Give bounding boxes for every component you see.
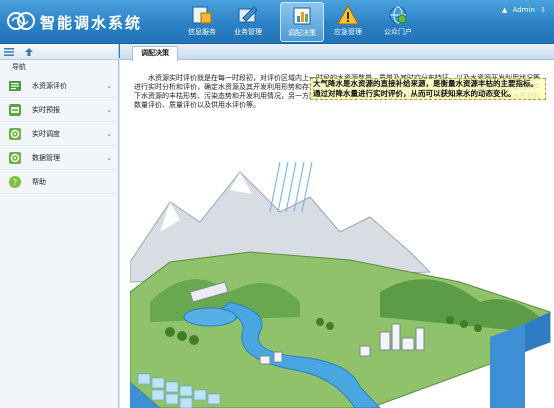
logo-icon: [7, 12, 35, 30]
user-area: ▲ Admin ⇩: [499, 6, 546, 14]
upload-icon[interactable]: [24, 47, 34, 57]
sidebar-item-label: 实时调度: [32, 130, 60, 138]
water-evaluation-icon: [9, 81, 21, 91]
nav-business-management[interactable]: 业务管理: [226, 2, 270, 42]
chevron-down-icon: ⌄: [106, 130, 112, 138]
nav-info-service[interactable]: 信息服务: [180, 2, 224, 42]
menu-list-icon[interactable]: [4, 47, 14, 57]
sidebar-item-label: 水资源评价: [32, 82, 67, 90]
chevron-down-icon: ⌄: [106, 106, 112, 114]
nav-dispatch-decision[interactable]: 调配决策: [280, 2, 324, 42]
help-icon: ?: [9, 176, 21, 188]
info-service-icon: [192, 6, 212, 24]
sidebar-item-label: 数据管理: [32, 154, 60, 162]
chevron-down-icon: ⌄: [106, 82, 112, 90]
business-management-icon: [238, 6, 258, 23]
sidebar-toolbar: [0, 44, 118, 60]
svg-text:?: ?: [13, 178, 17, 187]
tab-dispatch-decision[interactable]: 调配决策: [132, 46, 178, 61]
nav-emergency-management[interactable]: 应急管理: [326, 2, 370, 42]
logout-icon[interactable]: ⇩: [540, 6, 546, 14]
sidebar-item-water-evaluation[interactable]: 水资源评价 ⌄: [0, 74, 118, 98]
nav-public-portal-label: 公众门户: [384, 28, 412, 36]
user-icon: ▲: [501, 6, 508, 14]
sidebar-item-label: 帮助: [32, 178, 46, 186]
main-content: 调配决策 水资源实时评价就是在每一时段初，对评价区域内上一时段的水资源数量、质量…: [120, 44, 554, 408]
sidebar-item-help[interactable]: ? 帮助: [0, 170, 118, 194]
nav-dispatch-decision-label: 调配决策: [288, 29, 316, 37]
sidebar-item-realtime-dispatch[interactable]: 实时调度 ⌄: [0, 122, 118, 146]
app-header: 智能调水系统 信息服务 业务管理 调配决策 应急管理 公众门户 ▲ Admin …: [0, 0, 554, 44]
water-cycle-illustration: [130, 142, 554, 408]
sidebar: 导航 水资源评价 ⌄ 实时预报 ⌄ 实时调度 ⌄ 数据管理 ⌄ ? 帮助: [0, 44, 119, 408]
user-name[interactable]: Admin: [513, 6, 535, 14]
nav-emergency-management-label: 应急管理: [334, 28, 362, 36]
data-management-icon: [9, 152, 21, 164]
nav-public-portal[interactable]: 公众门户: [376, 2, 420, 42]
nav-business-management-label: 业务管理: [234, 28, 262, 36]
chevron-down-icon: ⌄: [106, 154, 112, 162]
emergency-warning-icon: [337, 5, 359, 25]
sidebar-heading: 导航: [12, 63, 26, 71]
nav-info-service-label: 信息服务: [188, 28, 216, 36]
dispatch-decision-icon: [293, 7, 311, 25]
tab-strip: 调配决策: [120, 44, 554, 61]
sidebar-item-realtime-forecast[interactable]: 实时预报 ⌄: [0, 98, 118, 122]
sidebar-item-data-management[interactable]: 数据管理 ⌄: [0, 146, 118, 170]
app-title: 智能调水系统: [40, 14, 143, 32]
realtime-dispatch-icon: [9, 128, 21, 140]
figure-caption: 大气降水是水资源的直接补给来源，是衡量水资源丰枯的主要指标。通过对降水量进行实时…: [310, 78, 546, 100]
realtime-forecast-icon: [9, 104, 21, 116]
public-portal-icon: [389, 6, 407, 24]
sidebar-item-label: 实时预报: [32, 106, 60, 114]
